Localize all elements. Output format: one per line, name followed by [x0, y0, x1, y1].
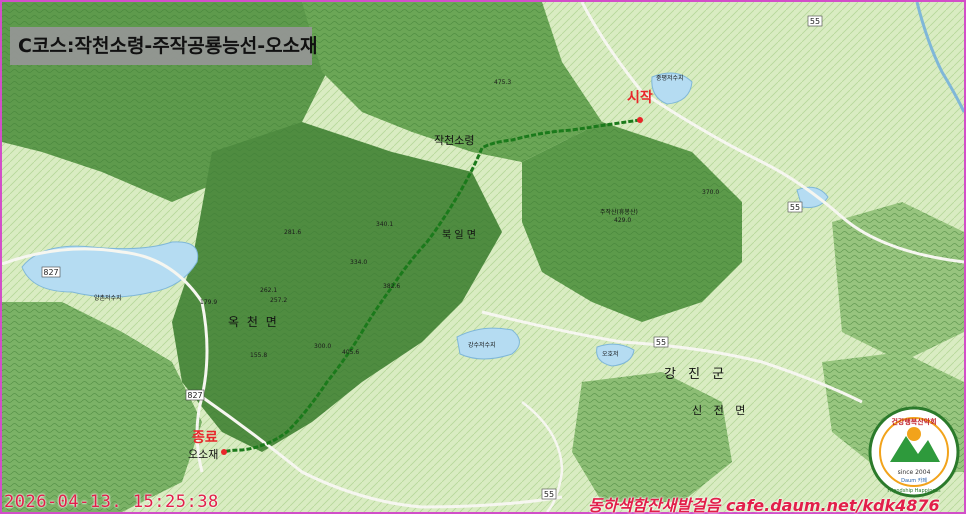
end-marker: 종료: [192, 430, 218, 446]
logo-top-text: 건강행복산악회: [891, 417, 936, 426]
topographic-map[interactable]: 55 55 55 55 827 827 475.3 429.0 405.6 38…: [2, 2, 964, 512]
club-logo: 건강행복산악회 since 2004 Daum 카페 Friendship Ha…: [868, 406, 960, 498]
township-ok-label: 옥 천 면: [228, 314, 279, 329]
timestamp: 2026-04-13. 15:25:38: [4, 492, 219, 512]
spot-height: 257.2: [270, 297, 287, 304]
spot-height: 429.0: [614, 217, 631, 224]
pass-jakcheon-label: 작천소령: [434, 133, 474, 147]
spot-height: 340.1: [376, 221, 393, 228]
logo-since: since 2004: [898, 469, 931, 476]
spot-height: 179.9: [200, 299, 217, 306]
reservoir-gangsu-label: 강수저수지: [468, 341, 496, 349]
spot-height: 382.6: [383, 283, 400, 290]
spot-height: 300.0: [314, 343, 331, 350]
township-sinjeon-label: 신 전 면: [692, 404, 749, 417]
road-marker-55-center: 55: [656, 338, 666, 347]
spot-height: 281.6: [284, 229, 301, 236]
spot-height: 334.0: [350, 259, 367, 266]
road-marker-55-south: 55: [544, 490, 554, 499]
logo-brand: Daum 카페: [901, 477, 927, 484]
road-marker-55-north: 55: [810, 17, 820, 26]
peak-jujak-label: 주작산(휴봉산): [600, 208, 638, 216]
reservoir-oho-label: 오호저: [602, 350, 619, 358]
road-marker-827-west: 827: [43, 268, 58, 277]
map-frame: 55 55 55 55 827 827 475.3 429.0 405.6 38…: [0, 0, 966, 514]
reservoir-yangchon-label: 양촌저수지: [94, 294, 122, 302]
spot-height: 370.0: [702, 189, 719, 196]
spot-height: 475.3: [494, 79, 511, 86]
road-marker-827-south: 827: [187, 391, 202, 400]
spot-height: 405.6: [342, 349, 359, 356]
spot-height: 155.8: [250, 352, 267, 359]
pass-oso-label: 오소재: [188, 448, 218, 461]
spot-height: 262.1: [260, 287, 277, 294]
reservoir-jungpyeong-label: 중평저수지: [656, 74, 684, 82]
start-marker: 시작: [627, 89, 653, 106]
end-point: [221, 449, 227, 455]
credit-text: 동하색함잔새발걸음 cafe.daum.net/kdk4876: [588, 496, 940, 515]
township-buk-label: 북 일 면: [442, 229, 476, 241]
county-gangjin-label: 강 진 군: [664, 367, 728, 382]
route-title: C코스:작천소령-주작공룡능선-오소재: [10, 27, 318, 65]
start-point: [637, 117, 643, 123]
road-marker-55-east: 55: [790, 203, 800, 212]
